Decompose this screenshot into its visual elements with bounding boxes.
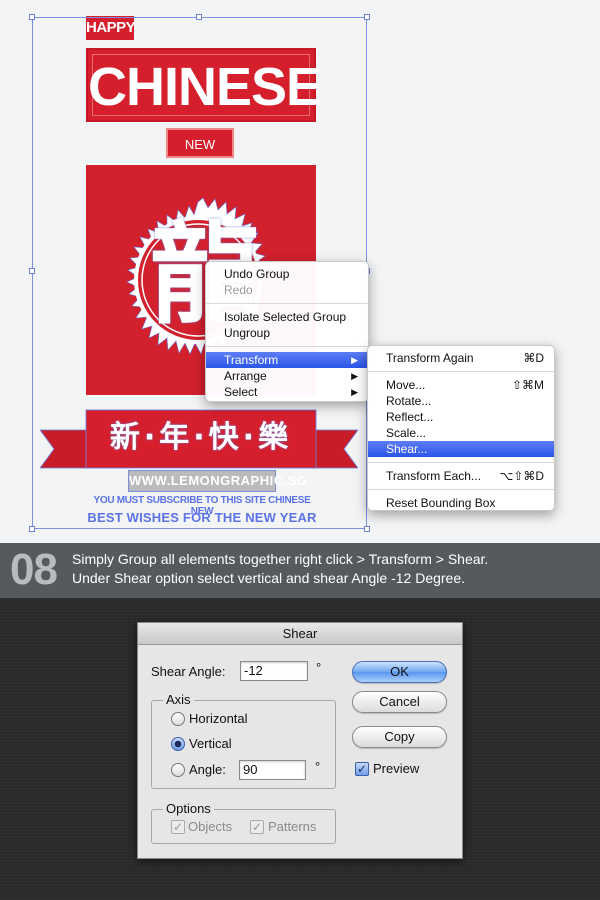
transform-submenu: Transform Again ⌘D Move... ⇧⌘M Rotate...… — [367, 345, 555, 511]
options-group-title: Options — [163, 801, 214, 816]
menu-separator — [368, 371, 554, 372]
submenu-arrow-icon: ▶ — [351, 355, 358, 365]
submenu-arrow-icon: ▶ — [351, 387, 358, 397]
menu-item-label: Transform — [224, 353, 279, 367]
menu-item-reset-bounding-box[interactable]: Reset Bounding Box — [368, 495, 554, 511]
resize-handle-top[interactable] — [196, 14, 202, 20]
menu-item-ungroup[interactable]: Ungroup — [206, 325, 368, 341]
menu-item-arrange[interactable]: Arrange ▶ — [206, 368, 368, 384]
degree-symbol: ° — [315, 759, 321, 774]
preview-checkbox[interactable]: ✓ — [355, 762, 369, 776]
menu-item-scale[interactable]: Scale... — [368, 425, 554, 441]
menu-item-undo-group[interactable]: Undo Group — [206, 266, 368, 282]
resize-handle-left[interactable] — [29, 268, 35, 274]
shear-angle-input[interactable]: -12 — [240, 661, 308, 681]
menu-item-transform-each[interactable]: Transform Each... ⌥⇧⌘D — [368, 468, 554, 484]
step-instructions: Simply Group all elements together right… — [72, 550, 592, 588]
step-line-1: Simply Group all elements together right… — [72, 551, 489, 567]
horizontal-radio[interactable] — [171, 712, 185, 726]
resize-handle-top-left[interactable] — [29, 14, 35, 20]
resize-handle-top-right[interactable] — [364, 14, 370, 20]
shear-angle-label: Shear Angle: — [151, 664, 226, 679]
context-menu: Undo Group Redo Isolate Selected Group U… — [205, 261, 369, 402]
menu-item-label: Move... — [386, 378, 426, 392]
shear-dialog: Shear Shear Angle: -12 ° Axis Horizontal… — [137, 622, 463, 859]
vertical-radio[interactable] — [171, 737, 185, 751]
menu-item-label: Arrange — [224, 369, 267, 383]
dialog-title: Shear — [138, 623, 462, 645]
patterns-label: Patterns — [268, 819, 317, 834]
angle-radio[interactable] — [171, 763, 185, 777]
menu-item-rotate[interactable]: Rotate... — [368, 393, 554, 409]
shortcut-label: ⌘D — [523, 351, 544, 365]
vertical-label: Vertical — [189, 736, 232, 751]
menu-item-reflect[interactable]: Reflect... — [368, 409, 554, 425]
menu-separator — [206, 303, 368, 304]
menu-item-select[interactable]: Select ▶ — [206, 384, 368, 400]
artboard-canvas[interactable]: HAPPY CHINESE NEW YEAR 龍 新·年·快·樂 WWW.LEM… — [0, 0, 600, 543]
patterns-checkbox: ✓ — [250, 820, 264, 834]
cancel-button[interactable]: Cancel — [352, 691, 447, 713]
degree-symbol: ° — [316, 660, 322, 675]
shortcut-label: ⇧⌘M — [511, 378, 544, 392]
menu-item-label: Transform Each... — [386, 469, 481, 483]
menu-item-shear[interactable]: Shear... — [368, 441, 554, 457]
shortcut-label: ⌥⇧⌘D — [499, 469, 544, 483]
menu-separator — [206, 346, 368, 347]
objects-checkbox: ✓ — [171, 820, 185, 834]
preview-label: Preview — [373, 761, 420, 776]
menu-item-isolate-group[interactable]: Isolate Selected Group — [206, 309, 368, 325]
instruction-band: 08 Simply Group all elements together ri… — [0, 543, 600, 598]
resize-handle-bottom-right[interactable] — [364, 526, 370, 532]
menu-separator — [368, 489, 554, 490]
objects-label: Objects — [188, 819, 233, 834]
horizontal-label: Horizontal — [189, 711, 248, 726]
axis-angle-input[interactable]: 90 — [239, 760, 306, 780]
submenu-arrow-icon: ▶ — [351, 371, 358, 381]
angle-label: Angle: — [189, 762, 226, 777]
menu-item-label: Transform Again — [386, 351, 474, 365]
ok-button[interactable]: OK — [352, 661, 447, 683]
resize-handle-bottom-left[interactable] — [29, 526, 35, 532]
menu-item-redo: Redo — [224, 283, 253, 297]
menu-separator — [368, 462, 554, 463]
copy-button[interactable]: Copy — [352, 726, 447, 748]
menu-item-move[interactable]: Move... ⇧⌘M — [368, 377, 554, 393]
menu-item-transform[interactable]: Transform ▶ — [206, 352, 368, 368]
menu-item-label: Select — [224, 385, 258, 399]
menu-item-transform-again[interactable]: Transform Again ⌘D — [368, 350, 554, 366]
step-line-2: Under Shear option select vertical and s… — [72, 570, 466, 586]
step-number: 08 — [10, 545, 58, 594]
axis-group-title: Axis — [163, 692, 194, 707]
